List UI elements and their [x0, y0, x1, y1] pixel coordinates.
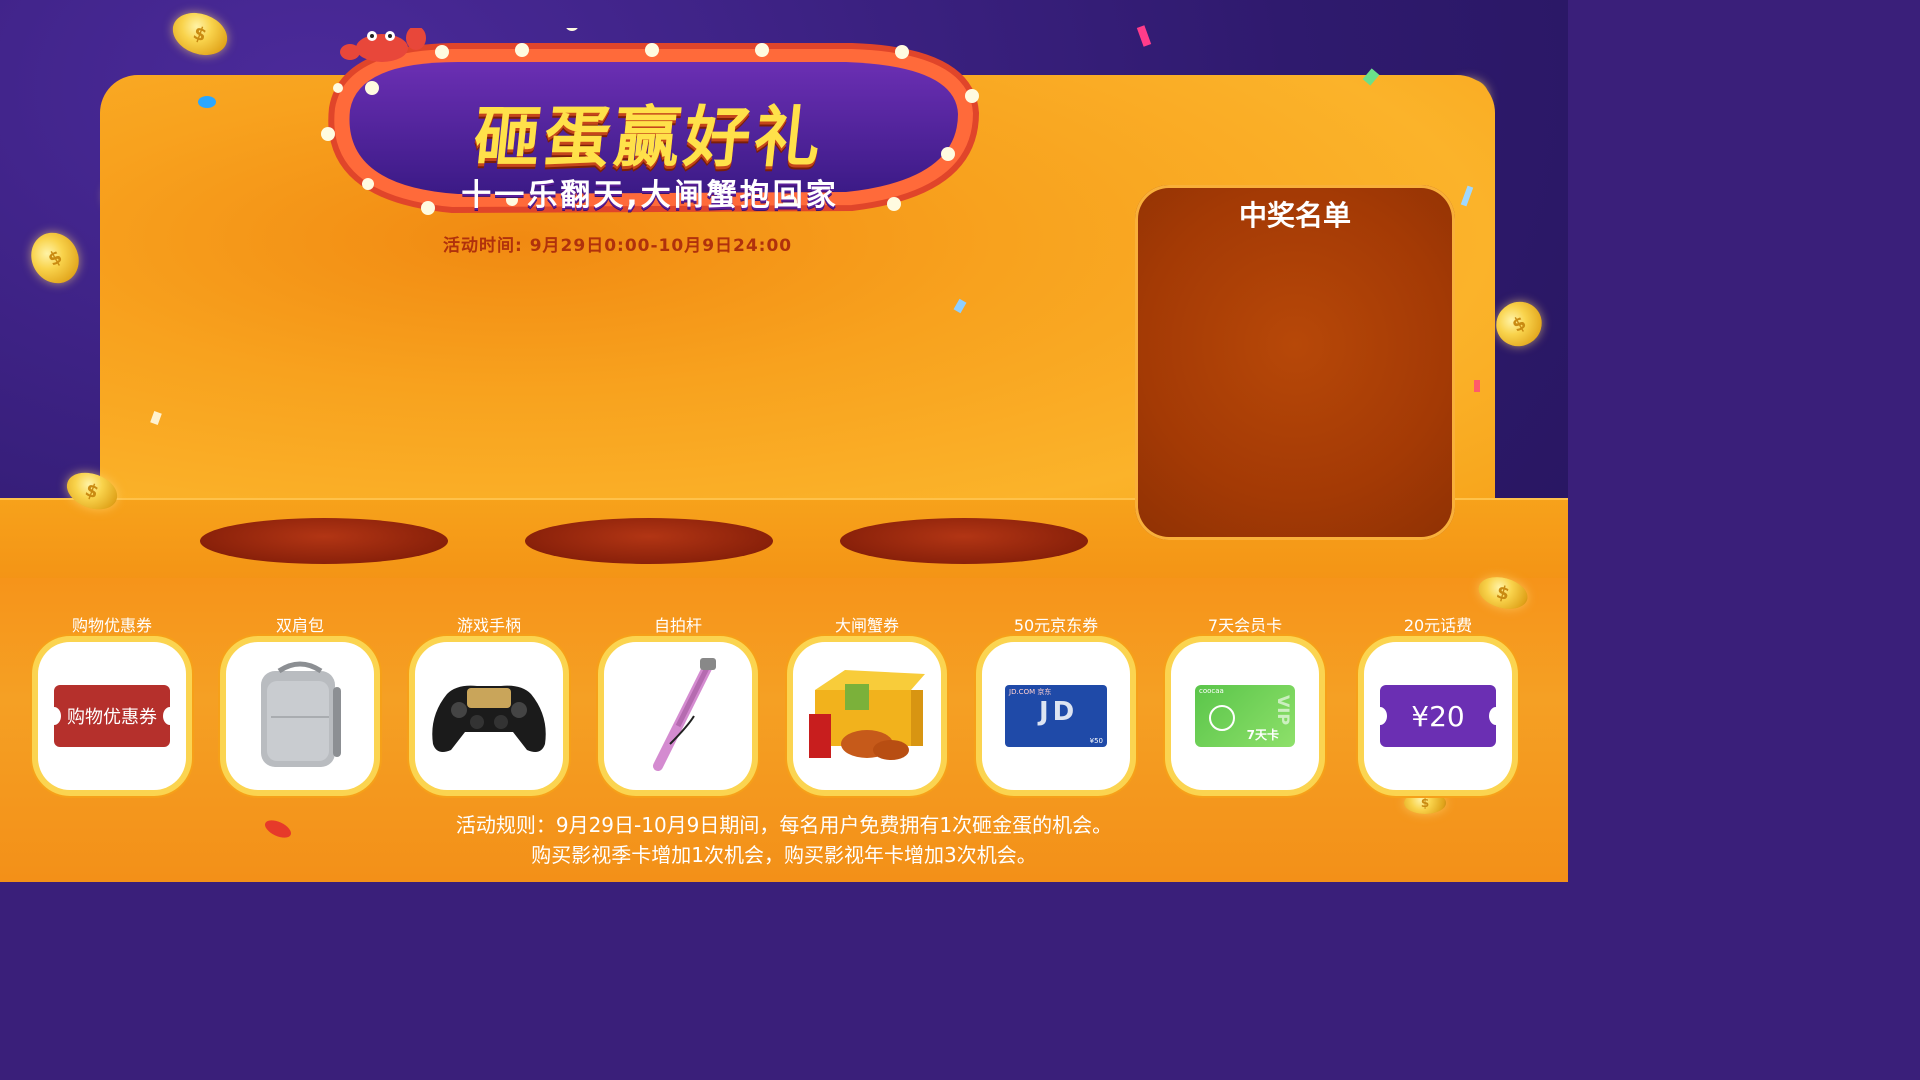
prize-item[interactable]: 自拍杆: [604, 614, 752, 790]
selfie-stick-icon: [653, 658, 716, 771]
egg-pedestal-2[interactable]: [525, 518, 773, 574]
prize-item[interactable]: 50元京东券 JD.COM 京东 JD ¥50: [982, 614, 1130, 790]
prize-frame: ¥20: [1364, 642, 1512, 790]
prize-frame: [226, 642, 374, 790]
egg-pedestal-1[interactable]: [200, 518, 448, 574]
jd-card-value: ¥50: [1089, 737, 1103, 745]
winners-list-panel: [1135, 185, 1455, 540]
jd-card-header: JD.COM 京东: [1009, 688, 1052, 696]
backpack-icon: [261, 661, 341, 767]
winners-list-title: 中奖名单: [1238, 199, 1351, 232]
title-marquee: 砸蛋赢好礼 十一乐翻天,大闸蟹抱回家: [312, 28, 988, 224]
prize-item[interactable]: 游戏手柄: [415, 614, 563, 790]
prize-label: 双肩包: [275, 616, 324, 635]
prize-frame: [793, 642, 941, 790]
prize-label: 50元京东券: [1013, 616, 1099, 635]
phone-credit-ticket-text: ¥20: [1411, 699, 1465, 733]
prize-frame: [604, 642, 752, 790]
prize-item[interactable]: 7天会员卡 coocaa VIP 7天卡: [1171, 614, 1319, 790]
vip-card-brand: coocaa: [1199, 687, 1224, 695]
activity-rules: 活动规则：9月29日-10月9日期间，每名用户免费拥有1次砸金蛋的机会。 购买影…: [0, 810, 1568, 870]
promo-subtitle: 十一乐翻天,大闸蟹抱回家: [461, 178, 839, 213]
prize-item[interactable]: 双肩包: [226, 614, 374, 790]
crab-gift-box-icon: [809, 670, 925, 760]
promo-title: 砸蛋赢好礼: [470, 99, 829, 176]
phone-credit-ticket-icon: ¥20: [1373, 685, 1503, 747]
prize-label: 自拍杆: [653, 616, 702, 635]
prize-frame: 购物优惠券: [38, 642, 186, 790]
confetti-icon: [1474, 380, 1480, 392]
prize-label: 7天会员卡: [1207, 616, 1283, 635]
prize-frame: JD.COM 京东 JD ¥50: [982, 642, 1130, 790]
event-time: 活动时间: 9月29日0:00-10月9日24:00: [443, 236, 793, 256]
confetti-icon: [198, 96, 216, 108]
jd-card-brand: JD: [1039, 697, 1079, 727]
prize-label: 大闸蟹券: [834, 616, 899, 635]
vip-card-side: VIP: [1274, 695, 1293, 726]
egg-pedestal-3[interactable]: [840, 518, 1088, 574]
prize-frame: coocaa VIP 7天卡: [1171, 642, 1319, 790]
gamepad-icon: [432, 685, 546, 752]
vip-card-logo-icon: [1209, 705, 1235, 731]
rules-line-2: 购买影视季卡增加1次机会，购买影视年卡增加3次机会。: [531, 843, 1037, 867]
vip-card-text: 7天卡: [1246, 728, 1279, 742]
prize-label: 20元话费: [1403, 616, 1473, 635]
coupon-ticket-icon: 购物优惠券: [47, 685, 177, 747]
prize-item[interactable]: 购物优惠券 购物优惠券: [38, 614, 186, 790]
prize-label: 购物优惠券: [71, 616, 152, 635]
prize-frame: [415, 642, 563, 790]
jd-gift-card-icon: JD.COM 京东 JD ¥50: [1005, 685, 1107, 747]
prize-item[interactable]: 大闸蟹券: [793, 614, 941, 790]
prize-label: 游戏手柄: [456, 616, 521, 635]
vip-card-icon: coocaa VIP 7天卡: [1195, 685, 1295, 747]
rules-line-1: 活动规则：9月29日-10月9日期间，每名用户免费拥有1次砸金蛋的机会。: [455, 813, 1113, 837]
prize-item[interactable]: 20元话费 ¥20: [1364, 614, 1512, 790]
coupon-ticket-text: 购物优惠券: [67, 707, 157, 728]
